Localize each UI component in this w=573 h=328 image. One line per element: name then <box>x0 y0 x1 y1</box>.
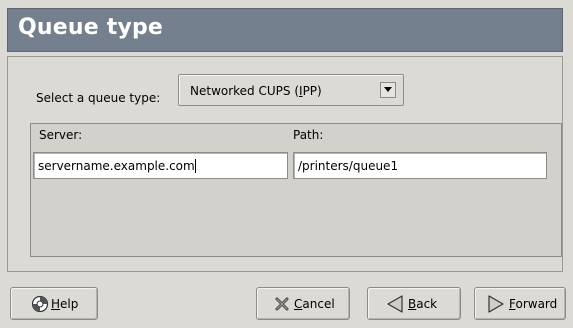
text-cursor <box>194 159 196 173</box>
back-arrow-icon <box>386 295 404 316</box>
path-input[interactable]: /printers/queue1 <box>293 152 547 179</box>
help-icon <box>31 295 49 316</box>
cancel-x-icon <box>275 297 289 314</box>
server-input[interactable]: servername.example.com <box>33 152 288 179</box>
page-title: Queue type <box>18 15 164 40</box>
help-button-label: Help <box>51 297 79 311</box>
server-input-value: servername.example.com <box>38 159 195 173</box>
forward-arrow-icon <box>487 295 505 316</box>
page-header: Queue type <box>7 8 563 52</box>
server-label: Server: <box>39 128 83 142</box>
queue-type-label: Select a queue type: <box>36 91 161 105</box>
forward-button-label: Forward <box>509 297 558 311</box>
back-button-label: Back <box>408 297 438 311</box>
content-area: Select a queue type: Networked CUPS (IPP… <box>7 56 563 272</box>
queue-type-select[interactable]: Networked CUPS (IPP) <box>178 74 404 106</box>
forward-button[interactable]: Forward <box>474 287 566 320</box>
path-input-value: /printers/queue1 <box>298 159 399 173</box>
cancel-button-label: Cancel <box>294 297 335 311</box>
queue-type-selected-value: Networked CUPS (IPP) <box>190 84 322 98</box>
connection-panel: Server: Path: servername.example.com /pr… <box>30 123 562 257</box>
chevron-down-icon[interactable] <box>380 82 396 98</box>
queue-type-dialog: Queue type Select a queue type: Networke… <box>0 0 573 328</box>
cancel-button[interactable]: Cancel <box>256 287 350 320</box>
path-label: Path: <box>293 128 324 142</box>
back-button[interactable]: Back <box>367 287 461 320</box>
help-button[interactable]: Help <box>10 287 98 320</box>
